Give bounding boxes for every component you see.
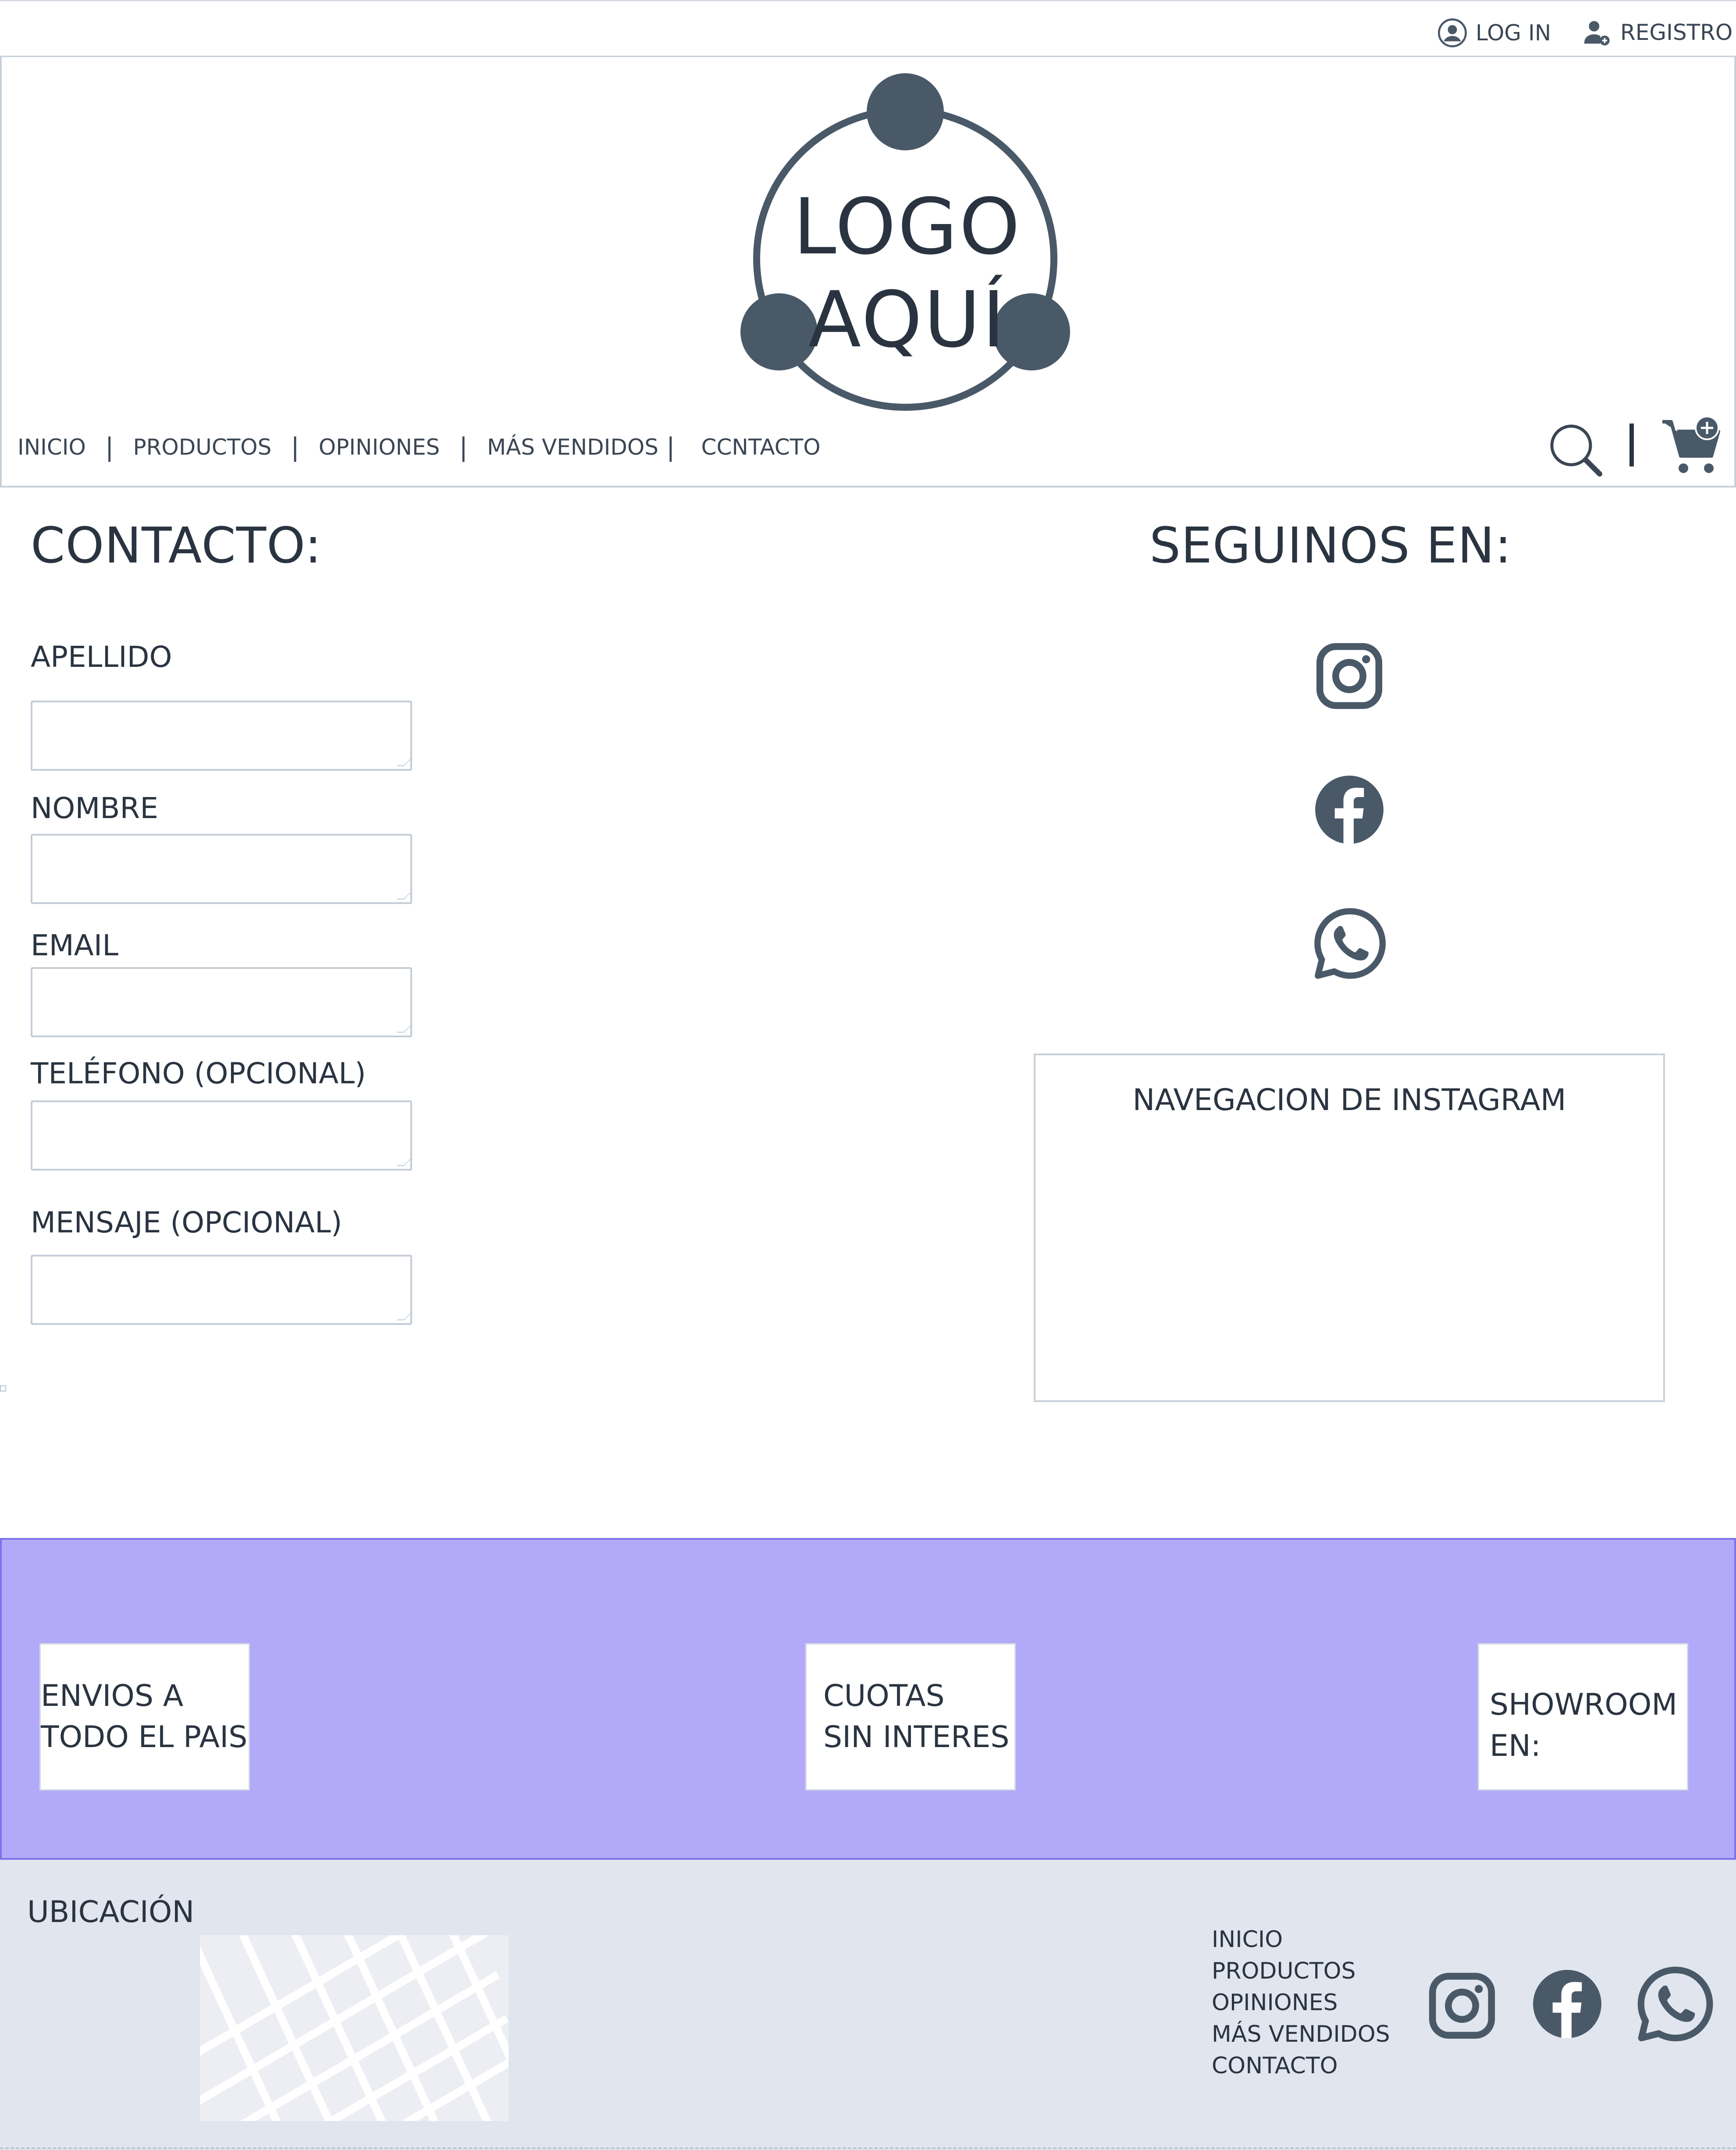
instagram-feed-title: NAVEGACION DE INSTAGRAM xyxy=(1132,1083,1566,1118)
search-icon xyxy=(1550,424,1602,477)
footer-link-inicio[interactable]: INICIO xyxy=(1212,1924,1390,1955)
feature-card-cuotas: CUOTAS SIN INTERES xyxy=(805,1643,1016,1790)
logo-text-line1: LOGO xyxy=(793,182,1022,272)
nav-separator: | xyxy=(459,432,468,462)
feature-line: TODO EL PAIS xyxy=(41,1720,248,1755)
instagram-icon xyxy=(1429,1972,1495,2039)
nombre-field[interactable] xyxy=(31,834,412,904)
footer-link-contacto[interactable]: CONTACTO xyxy=(1212,2050,1390,2082)
feature-line: SHOWROOM xyxy=(1490,1687,1678,1722)
apellido-field[interactable] xyxy=(31,701,412,771)
map-grid-graphic xyxy=(200,1935,509,2121)
location-label: UBICACIÓN xyxy=(27,1895,195,1929)
footer-links: INICIO PRODUCTOS OPINIONES MÁS VENDIDOS … xyxy=(1212,1924,1390,2082)
instagram-icon xyxy=(1316,643,1383,709)
feature-line: SIN INTERES xyxy=(823,1720,1010,1755)
login-label: LOG IN xyxy=(1476,20,1551,46)
nav-item-opiniones[interactable]: OPINIONES xyxy=(319,434,440,460)
email-label: EMAIL xyxy=(31,929,119,962)
logo[interactable]: LOGO AQUÍ xyxy=(736,70,1078,416)
feature-line: EN: xyxy=(1490,1729,1541,1763)
nav-separator: | xyxy=(105,432,114,462)
facebook-link[interactable] xyxy=(1312,772,1387,849)
whatsapp-icon xyxy=(1637,1966,1713,2042)
mensaje-field[interactable] xyxy=(31,1255,412,1325)
footer-link-productos[interactable]: PRODUCTOS xyxy=(1212,1955,1390,1987)
facebook-icon xyxy=(1315,776,1384,844)
whatsapp-link[interactable] xyxy=(1310,904,1389,985)
telefono-field[interactable] xyxy=(31,1100,412,1171)
nav-item-inicio[interactable]: INICIO xyxy=(18,434,86,460)
main-nav: INICIO | PRODUCTOS | OPINIONES | MÁS VEN… xyxy=(18,430,821,465)
instagram-link[interactable] xyxy=(1312,639,1387,715)
cart-add-icon xyxy=(1662,416,1720,473)
location-map[interactable] xyxy=(200,1935,509,2121)
cart-button[interactable] xyxy=(1660,416,1725,478)
nav-item-productos[interactable]: PRODUCTOS xyxy=(133,434,271,460)
nombre-label: NOMBRE xyxy=(31,791,159,825)
footer-dashed-divider xyxy=(0,2147,1736,2149)
whatsapp-icon xyxy=(1314,908,1386,979)
telefono-label: TELÉFONO (OPCIONAL) xyxy=(31,1057,366,1090)
nav-separator: | xyxy=(291,432,299,462)
user-circle-icon xyxy=(1438,18,1467,47)
logo-text-line2: AQUÍ xyxy=(808,275,1007,365)
contact-title: CONTACTO: xyxy=(31,517,322,574)
footer-instagram-link[interactable] xyxy=(1425,1968,1499,2045)
feature-line: ENVIOS A xyxy=(41,1679,184,1713)
email-field[interactable] xyxy=(31,967,412,1037)
nav-separator: | xyxy=(666,432,675,462)
feature-card-showroom: SHOWROOM EN: xyxy=(1478,1643,1688,1790)
resize-handle xyxy=(0,1385,6,1392)
mensaje-label: MENSAJE (OPCIONAL) xyxy=(31,1206,342,1239)
footer-facebook-link[interactable] xyxy=(1530,1967,1604,2043)
user-add-icon xyxy=(1584,21,1610,46)
social-title: SEGUINOS EN: xyxy=(1149,517,1512,574)
nav-item-contacto[interactable]: CCNTACTO xyxy=(701,434,821,460)
register-label: REGISTRO xyxy=(1620,20,1733,45)
toolbar-divider xyxy=(1629,424,1634,466)
feature-line: CUOTAS xyxy=(823,1679,945,1713)
search-button[interactable] xyxy=(1547,422,1604,479)
login-link[interactable]: LOG IN xyxy=(1437,18,1551,48)
register-link[interactable]: REGISTRO xyxy=(1581,18,1732,47)
feature-card-envios: ENVIOS A TODO EL PAIS xyxy=(39,1643,250,1790)
footer-link-mas-vendidos[interactable]: MÁS VENDIDOS xyxy=(1212,2018,1390,2050)
nav-item-mas-vendidos[interactable]: MÁS VENDIDOS xyxy=(487,434,658,460)
footer-link-opiniones[interactable]: OPINIONES xyxy=(1212,1987,1390,2018)
footer-whatsapp-link[interactable] xyxy=(1633,1962,1717,2047)
apellido-label: APELLIDO xyxy=(31,640,172,674)
facebook-icon xyxy=(1533,1970,1601,2038)
